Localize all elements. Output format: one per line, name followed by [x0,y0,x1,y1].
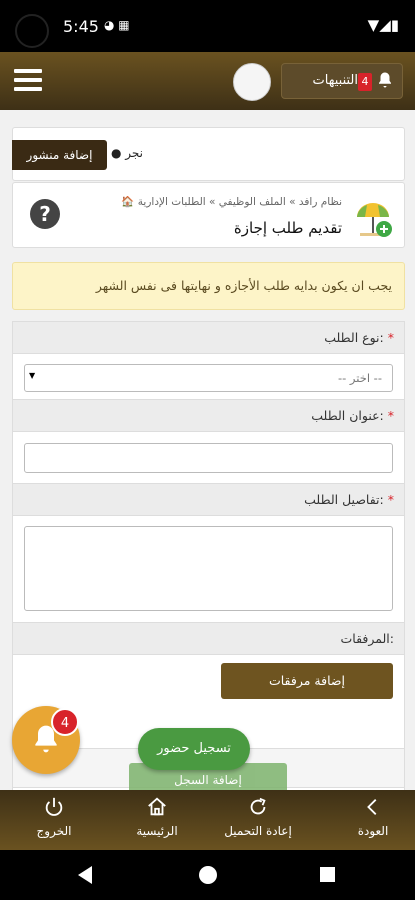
nav-logout-label: الخروج [36,824,72,838]
request-details-textarea[interactable] [24,526,393,611]
hamburger-menu-icon[interactable] [14,69,42,93]
camera-cutout [15,14,49,48]
page-title: تقديم طلب إجازة [233,219,342,237]
request-type-selected-value: -- اختر -- [337,371,382,385]
alert-text: يجب ان يكون بدايه طلب الأجازه و نهايتها … [95,278,392,293]
request-details-label: تفاصيل الطلب: [304,492,384,507]
request-type-label-row: نوع الطلب: * [13,322,404,354]
dropdown-arrow-icon: ▼ [29,371,36,380]
nav-logout[interactable]: الخروج [4,796,104,838]
request-title-label-row: عنوان الطلب: * [13,400,404,432]
required-mark: * [387,408,394,423]
system-back-icon[interactable] [78,866,92,884]
system-navigation-bar [0,850,415,900]
add-post-button[interactable]: إضافة منشور [12,140,107,170]
page-header: ? 🏠 نظام رافد » الملف الوظيفي » الطلبات … [12,182,405,248]
help-icon[interactable]: ? [30,199,60,229]
notifications-button[interactable]: التنبيهات 4 [281,63,403,99]
attachments-label: المرفقات: [340,631,395,646]
nav-back[interactable]: العودة [323,796,415,838]
request-title-label: عنوان الطلب: [311,408,384,423]
system-recents-icon[interactable] [320,867,335,882]
nav-home[interactable]: الرئيسية [107,796,207,838]
nav-back-label: العودة [357,824,389,838]
status-time: 5:45 [63,17,99,36]
bell-icon [376,71,394,94]
status-bar: 5:45 ◕ ▦ ▼◢▮ [0,0,415,52]
nav-reload[interactable]: إعادة التحميل [208,796,308,838]
request-title-field-row [13,432,404,484]
app-bar: التنبيهات 4 [0,52,415,110]
add-attachments-button[interactable]: إضافة مرفقات [221,663,393,699]
power-icon [4,796,104,822]
request-title-input[interactable] [24,443,393,473]
home-icon [107,796,207,822]
attendance-button[interactable]: تسجيل حضور [138,728,250,770]
nav-reload-label: إعادة التحميل [224,824,292,838]
post-bar: إضافة منشور ● نجر [12,127,405,181]
status-signal-icons: ▼◢▮ [367,16,399,34]
floating-notifications-badge: 4 [51,708,79,736]
vacation-umbrella-icon [354,200,392,238]
attachments-label-row: المرفقات: [13,623,404,655]
notifications-count-badge: 4 [358,73,372,91]
nav-home-label: الرئيسية [136,824,178,838]
request-type-select[interactable]: -- اختر -- ▼ [24,364,393,392]
notifications-label: التنبيهات [312,73,358,88]
bottom-navigation: العودة إعادة التحميل الرئيسية الخروج [0,790,415,850]
required-mark: * [387,492,394,507]
request-details-field-row [13,516,404,623]
request-type-field-row: -- اختر -- ▼ [13,354,404,400]
post-bar-text[interactable]: ● نجر [111,146,143,160]
request-details-label-row: تفاصيل الطلب: * [13,484,404,516]
required-mark: * [387,330,394,345]
system-home-icon[interactable] [199,866,217,884]
main-content: إضافة منشور ● نجر ? 🏠 نظام رافد » الملف … [0,110,415,790]
reload-icon [208,796,308,822]
request-type-label: نوع الطلب: [324,330,384,345]
breadcrumb[interactable]: 🏠 نظام رافد » الملف الوظيفي » الطلبات ال… [121,195,342,208]
user-avatar[interactable] [233,63,271,101]
chevron-left-icon [323,796,415,822]
status-notification-icons: ◕ ▦ [104,18,130,32]
alert-box: يجب ان يكون بدايه طلب الأجازه و نهايتها … [12,262,405,310]
